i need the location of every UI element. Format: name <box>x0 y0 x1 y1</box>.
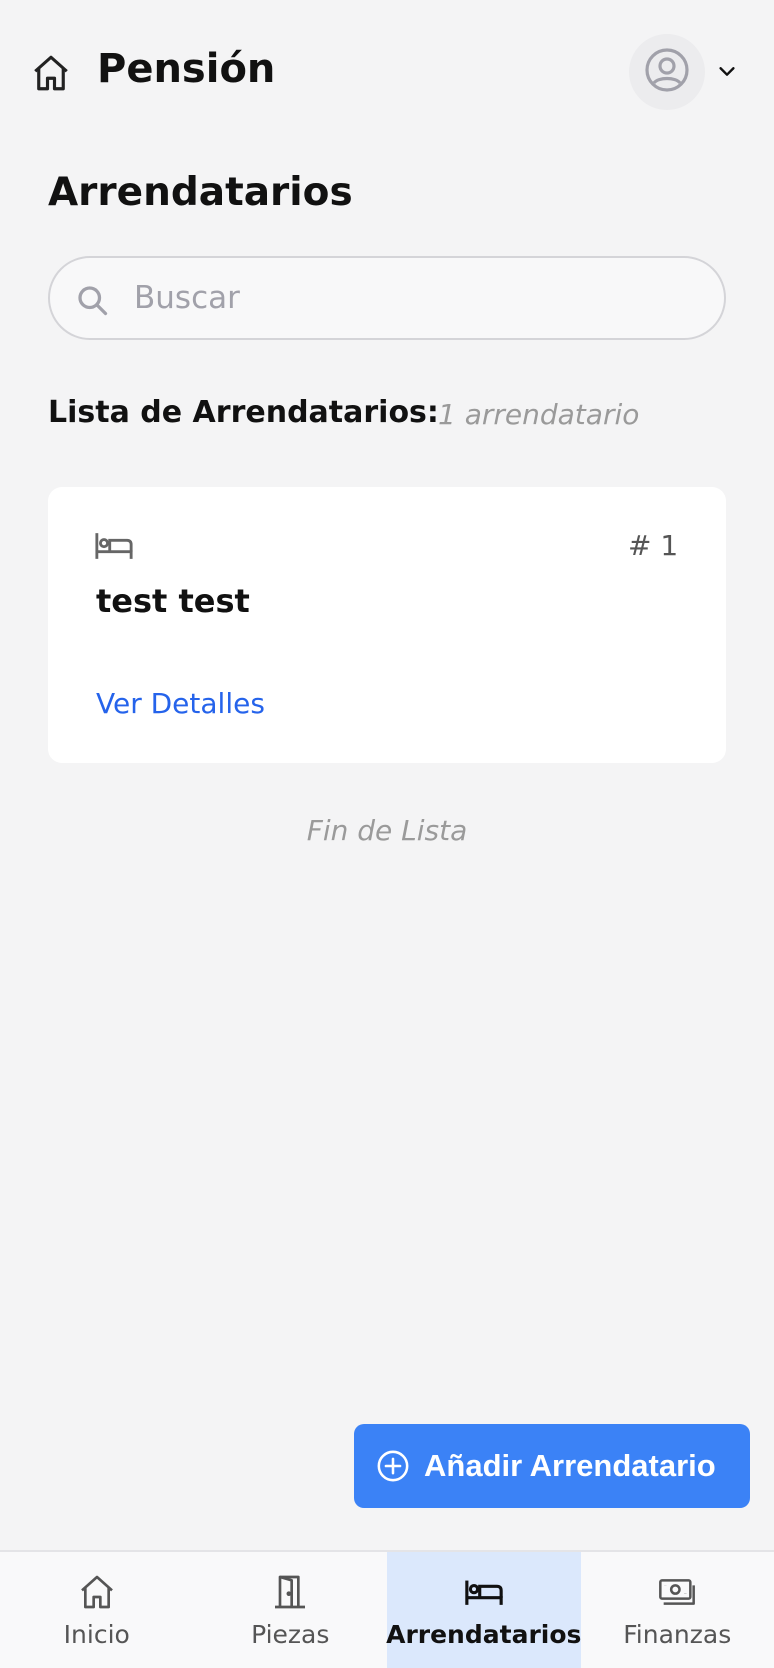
view-details-link[interactable]: Ver Detalles <box>96 687 265 720</box>
add-tenant-label: Añadir Arrendatario <box>424 1448 716 1483</box>
tenant-card: # 1 test test Ver Detalles <box>48 487 726 763</box>
nav-item-arrendatarios[interactable]: Arrendatarios <box>386 1552 582 1668</box>
bottom-nav: Inicio Piezas Arrendatarios Finanzas <box>0 1550 774 1668</box>
cash-icon <box>657 1572 697 1612</box>
search-input[interactable] <box>134 276 694 320</box>
search-bar[interactable] <box>48 256 726 340</box>
home-icon[interactable] <box>30 52 72 94</box>
nav-item-piezas[interactable]: Piezas <box>194 1552 388 1668</box>
nav-label-piezas: Piezas <box>251 1620 330 1649</box>
avatar[interactable] <box>629 34 705 110</box>
plus-circle-icon <box>376 1449 410 1483</box>
nav-label-inicio: Inicio <box>63 1620 130 1649</box>
chevron-down-icon[interactable] <box>716 60 738 82</box>
end-of-list: Fin de Lista <box>306 814 468 847</box>
page-title: Arrendatarios <box>48 170 353 215</box>
tenant-name: test test <box>96 582 250 620</box>
bed-icon <box>464 1572 504 1612</box>
list-count: 1 arrendatario <box>438 398 640 431</box>
bed-icon <box>94 529 134 563</box>
tenant-number: # 1 <box>628 529 679 562</box>
nav-label-arrendatarios: Arrendatarios <box>386 1620 582 1649</box>
home-icon <box>77 1572 117 1612</box>
app-title: Pensión <box>97 46 276 92</box>
search-icon <box>74 282 110 318</box>
list-label: Lista de Arrendatarios: <box>48 395 439 430</box>
add-tenant-button[interactable]: Añadir Arrendatario <box>354 1424 750 1508</box>
user-circle-icon <box>643 46 691 98</box>
nav-item-inicio[interactable]: Inicio <box>0 1552 194 1668</box>
door-icon <box>270 1572 310 1612</box>
nav-label-finanzas: Finanzas <box>623 1620 732 1649</box>
app-header: Pensión <box>0 0 774 150</box>
nav-item-finanzas[interactable]: Finanzas <box>581 1552 774 1668</box>
